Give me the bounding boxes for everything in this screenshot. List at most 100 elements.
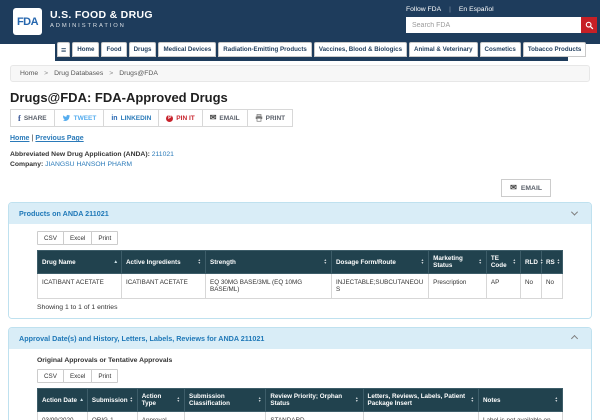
search-bar	[406, 17, 597, 33]
export-csv-button[interactable]: CSV	[37, 369, 64, 383]
column-header-label: Active Ingredients	[126, 259, 181, 266]
export-csv-button[interactable]: CSV	[37, 231, 64, 245]
showing-entries: Showing 1 to 1 of 1 entries	[37, 304, 563, 311]
table-cell: 03/09/2020	[38, 412, 88, 420]
nav-tab-animal-veterinary[interactable]: Animal & Veterinary	[409, 42, 477, 57]
linkedin-share-button[interactable]: in LINKEDIN	[103, 109, 159, 127]
table-cell: AP	[486, 274, 520, 299]
twitter-icon	[62, 114, 71, 122]
column-header-te-code[interactable]: TE Code▲▼	[486, 251, 520, 274]
approvals-table: Action Date▴Submission▲▼Action Type▲▼Sub…	[37, 388, 563, 420]
column-header-letters-reviews-labels-patient-package-insert[interactable]: Letters, Reviews, Labels, Patient Packag…	[363, 389, 479, 412]
sort-icon: ▲▼	[557, 259, 560, 265]
column-header-label: Marketing Status	[433, 255, 476, 269]
column-header-submission[interactable]: Submission▲▼	[87, 389, 137, 412]
column-header-review-priority-orphan-status[interactable]: Review Priority; Orphan Status▲▼	[266, 389, 363, 412]
column-header-strength[interactable]: Strength▲▼	[206, 251, 332, 274]
column-header-label: RLD	[525, 259, 538, 266]
column-header-notes[interactable]: Notes▲▼	[479, 389, 563, 412]
column-header-submission-classification[interactable]: Submission Classification▲▼	[185, 389, 266, 412]
breadcrumb-item-home[interactable]: Home	[20, 70, 38, 77]
column-header-label: TE Code	[491, 255, 511, 269]
email-row: ✉ EMAIL	[0, 179, 600, 197]
printer-icon	[255, 114, 263, 122]
sort-icon: ▲▼	[355, 397, 358, 403]
search-input[interactable]	[406, 17, 581, 33]
export-excel-button[interactable]: Excel	[63, 231, 92, 245]
envelope-icon: ✉	[210, 114, 217, 122]
header-links-divider: |	[449, 6, 451, 13]
fda-logo[interactable]: FDA	[13, 8, 42, 35]
print-button[interactable]: PRINT	[247, 109, 294, 127]
export-print-button[interactable]: Print	[91, 231, 118, 245]
breadcrumb-item-drugs-fda[interactable]: Drugs@FDA	[119, 70, 158, 77]
column-header-action-type[interactable]: Action Type▲▼	[137, 389, 184, 412]
column-header-dosage-form-route[interactable]: Dosage Form/Route▲▼	[332, 251, 429, 274]
column-header-label: Action Date	[42, 397, 77, 404]
nav-tab-radiation-emitting-products[interactable]: Radiation-Emitting Products	[218, 42, 312, 57]
home-link[interactable]: Home	[10, 135, 29, 142]
company-label: Company:	[10, 161, 43, 168]
menu-icon[interactable]: ≡	[57, 42, 70, 57]
search-button[interactable]	[581, 17, 597, 33]
nav-tab-home[interactable]: Home	[72, 42, 99, 57]
sort-icon: ▲▼	[130, 397, 133, 403]
nav-tab-vaccines-blood-biologics[interactable]: Vaccines, Blood & Biologics	[314, 42, 407, 57]
approvals-panel: Approval Date(s) and History, Letters, L…	[8, 327, 592, 420]
sort-icon: ▲▼	[540, 259, 543, 265]
products-panel-header[interactable]: Products on ANDA 211021	[9, 203, 591, 224]
brand: U.S. FOOD & DRUG ADMINISTRATION	[50, 9, 153, 29]
nav-tab-drugs[interactable]: Drugs	[129, 42, 157, 57]
company-line: Company: JIANGSU HANSOH PHARM	[10, 160, 590, 170]
column-header-active-ingredients[interactable]: Active Ingredients ▲▼	[122, 251, 206, 274]
facebook-share-button[interactable]: f SHARE	[10, 109, 55, 127]
share-bar: f SHARE TWEET in LINKEDIN P PIN IT ✉ EMA…	[10, 109, 600, 127]
column-header-drug-name[interactable]: Drug Name▴	[38, 251, 122, 274]
tweet-button[interactable]: TWEET	[54, 109, 105, 127]
export-print-button[interactable]: Print	[91, 369, 118, 383]
email-button[interactable]: ✉ EMAIL	[501, 179, 551, 197]
pinterest-button[interactable]: P PIN IT	[158, 109, 202, 127]
breadcrumb-item-drug-databases[interactable]: Drug Databases	[54, 70, 103, 77]
brand-name: U.S. FOOD & DRUG	[50, 9, 153, 21]
products-panel-title: Products on ANDA 211021	[19, 209, 109, 218]
column-header-label: Action Type	[142, 393, 175, 407]
chevron-down-icon[interactable]	[571, 209, 578, 216]
chevron-up-icon[interactable]	[571, 335, 578, 342]
nav-tab-cosmetics[interactable]: Cosmetics	[480, 42, 521, 57]
nav-tab-medical-devices[interactable]: Medical Devices	[158, 42, 216, 57]
table-cell: STANDARD	[266, 412, 363, 420]
column-header-rs[interactable]: RS▲▼	[542, 251, 563, 274]
anda-number-link[interactable]: 211021	[152, 151, 174, 158]
column-header-marketing-status[interactable]: Marketing Status▲▼	[429, 251, 487, 274]
products-panel: Products on ANDA 211021 CSVExcelPrint Dr…	[8, 202, 592, 319]
products-panel-body: CSVExcelPrint Drug Name▴Active Ingredien…	[9, 224, 591, 318]
column-header-action-date[interactable]: Action Date▴	[38, 389, 88, 412]
sort-icon: ▲▼	[513, 259, 516, 265]
brand-subtitle: ADMINISTRATION	[50, 23, 153, 29]
nav-tab-tobacco-products[interactable]: Tobacco Products	[523, 42, 587, 57]
column-header-label: Submission Classification	[189, 393, 256, 407]
quick-links-divider: |	[31, 135, 33, 142]
tweet-label: TWEET	[74, 115, 97, 122]
follow-fda-link[interactable]: Follow FDA	[406, 6, 441, 13]
table-cell	[185, 412, 266, 420]
table-cell: INJECTABLE;SUBCUTANEOUS	[332, 274, 429, 299]
search-icon	[585, 21, 594, 30]
header-right: Follow FDA | En Español	[406, 6, 597, 33]
linkedin-label: LINKEDIN	[121, 115, 152, 122]
table-cell: ICATIBANT ACETATE	[38, 274, 122, 299]
column-header-rld[interactable]: RLD▲▼	[521, 251, 542, 274]
approvals-panel-header[interactable]: Approval Date(s) and History, Letters, L…	[9, 328, 591, 349]
en-espanol-link[interactable]: En Español	[459, 6, 494, 13]
column-header-label: Submission	[92, 397, 128, 404]
approvals-panel-title: Approval Date(s) and History, Letters, L…	[19, 334, 264, 343]
facebook-icon: f	[18, 113, 21, 123]
email-share-button[interactable]: ✉ EMAIL	[202, 109, 248, 127]
previous-page-link[interactable]: Previous Page	[35, 135, 83, 142]
company-link[interactable]: JIANGSU HANSOH PHARM	[45, 161, 132, 168]
sort-icon: ▲▼	[198, 259, 201, 265]
sort-icon: ▲▼	[479, 259, 482, 265]
nav-tab-food[interactable]: Food	[101, 42, 126, 57]
export-excel-button[interactable]: Excel	[63, 369, 92, 383]
